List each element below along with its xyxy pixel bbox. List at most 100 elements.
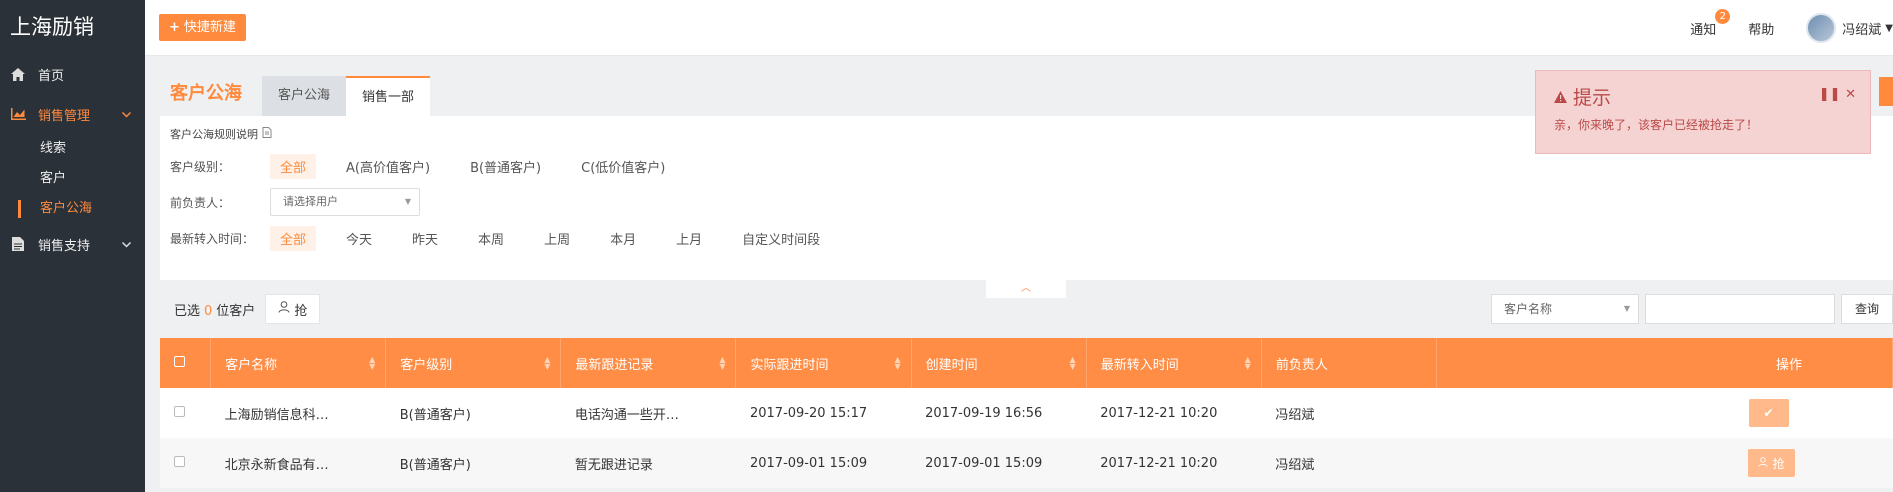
topbar-right: 通知 2 帮助 冯绍斌 ▼ — [1690, 0, 1893, 56]
time-option-all[interactable]: 全部 — [270, 225, 317, 251]
select-all-checkbox[interactable] — [174, 355, 185, 367]
cell-operation: ✔ — [1436, 388, 1892, 438]
filter-owner-label: 前负责人： — [170, 195, 231, 210]
time-option-yesterday[interactable]: 昨天 — [402, 226, 448, 251]
cell-customer-level: B(普通客户) — [399, 457, 471, 473]
tab-sales-dept-1[interactable]: 销售一部 — [346, 76, 431, 116]
sidebar-item-label: 销售支持 — [38, 238, 91, 254]
cell-customer-name[interactable]: 上海励销信息科… — [211, 388, 386, 438]
search-button[interactable]: 查询 — [1841, 294, 1893, 324]
header-label: 最新跟进记录 — [575, 357, 654, 373]
cell-created-time: 2017-09-19 16:56 — [925, 405, 1043, 421]
sidebar-subitem-customer-pool[interactable]: 客户公海 — [0, 194, 145, 224]
header-transfer-time[interactable]: 最新转入时间 ▲ ▼ — [1086, 338, 1262, 388]
header-follow-time[interactable]: 实际跟进时间 ▲ ▼ — [735, 338, 912, 388]
topbar: + 快捷新建 通知 2 帮助 冯绍斌 ▼ — [145, 0, 1893, 56]
header-label: 前负责人 — [1275, 357, 1328, 373]
header-label: 操作 — [1775, 357, 1802, 373]
alert-title: 提示 — [1554, 83, 1852, 110]
cell-latest-record: 暂无跟进记录 — [574, 457, 653, 473]
table-row[interactable]: 上海励销信息科… B(普通客户) 电话沟通一些开… 2017-09-20 15:… — [160, 388, 1893, 438]
grab-button[interactable]: 抢 — [265, 294, 321, 324]
search-field-value: 客户名称 — [1504, 302, 1553, 316]
sidebar-item-label: 销售管理 — [38, 108, 91, 124]
header-label: 实际跟进时间 — [750, 357, 829, 373]
avatar — [1806, 13, 1837, 43]
chart-icon — [10, 108, 26, 120]
header-created-time[interactable]: 创建时间 ▲ ▼ — [911, 338, 1087, 388]
sidebar-subitem-leads[interactable]: 线索 — [0, 134, 145, 164]
warning-icon — [1554, 86, 1567, 108]
pause-icon[interactable]: ❚❚ — [1819, 87, 1841, 102]
sidebar-item-label: 首页 — [38, 68, 65, 84]
alert-title-text: 提示 — [1573, 87, 1612, 109]
user-icon — [1758, 456, 1769, 470]
header-select-all[interactable] — [160, 338, 212, 388]
caret-down-icon: ▼ — [1623, 304, 1630, 313]
search-input[interactable] — [1645, 294, 1835, 324]
cell-customer-level: B(普通客户) — [399, 407, 471, 423]
caret-down-icon: ▼ — [1885, 22, 1893, 34]
sort-icon: ▲ ▼ — [544, 355, 551, 371]
row-select-cell[interactable] — [160, 388, 211, 438]
sidebar: 上海励销 首页 销售管理 线索 客户 客户公海 销售支持 — [0, 0, 145, 492]
level-option-b[interactable]: B(普通客户) — [460, 154, 551, 179]
header-customer-name[interactable]: 客户名称 ▲ ▼ — [210, 338, 387, 388]
alert-controls: ❚❚ ✕ — [1819, 87, 1856, 102]
table-row[interactable]: 北京永新食品有… B(普通客户) 暂无跟进记录 2017-09-01 15:09… — [160, 438, 1893, 488]
filter-owner-row: 前负责人： 请选择用户 ▼ — [170, 184, 1883, 220]
header-latest-record[interactable]: 最新跟进记录 ▲ ▼ — [560, 338, 737, 388]
notification-link[interactable]: 通知 2 — [1690, 8, 1731, 38]
header-label: 客户名称 — [225, 357, 278, 373]
cell-created-time: 2017-09-01 15:09 — [925, 455, 1043, 471]
table-header-row: 客户名称 ▲ ▼ 客户级别 ▲ ▼ 最新跟进记录 ▲ ▼ 实际跟进时间 ▲ ▼ 创建时间 ▲ ▼ 最… — [160, 338, 1893, 388]
time-option-last-week[interactable]: 上周 — [534, 226, 580, 251]
row-select-cell[interactable] — [160, 438, 211, 488]
time-option-custom[interactable]: 自定义时间段 — [732, 226, 830, 251]
cell-transfer-time: 2017-12-21 10:20 — [1100, 405, 1218, 421]
filter-level-label: 客户级别： — [170, 159, 231, 174]
search-field-select[interactable]: 客户名称 ▼ — [1491, 294, 1639, 324]
time-option-last-month[interactable]: 上月 — [666, 226, 712, 251]
user-menu[interactable]: 冯绍斌 ▼ — [1806, 13, 1893, 43]
row-checkbox[interactable] — [174, 405, 185, 417]
cell-latest-record: 电话沟通一些开… — [574, 407, 679, 423]
quick-create-button[interactable]: + 快捷新建 — [159, 14, 246, 41]
grab-button-label: 抢 — [294, 303, 308, 319]
header-operation: 操作 — [1436, 338, 1893, 388]
time-option-this-month[interactable]: 本月 — [600, 226, 646, 251]
row-checkbox[interactable] — [174, 455, 185, 467]
caret-down-icon: ▼ — [404, 197, 411, 206]
header-action-edge[interactable] — [1879, 77, 1893, 106]
time-option-today[interactable]: 今天 — [336, 226, 382, 251]
owner-select[interactable]: 请选择用户 ▼ — [270, 188, 420, 216]
help-link[interactable]: 帮助 — [1748, 19, 1774, 38]
header-customer-level[interactable]: 客户级别 ▲ ▼ — [385, 338, 562, 388]
filter-time-row: 最新转入时间： 全部 今天 昨天 本周 上周 本月 上月 自定义时间段 — [170, 220, 1883, 256]
filter-time-label: 最新转入时间： — [170, 231, 255, 246]
sidebar-item-home[interactable]: 首页 — [0, 54, 145, 94]
level-option-all[interactable]: 全部 — [270, 153, 317, 179]
grabbed-check-button[interactable]: ✔ — [1748, 399, 1789, 427]
chevron-down-icon — [121, 237, 132, 252]
table-toolbar: 已选 0 位客户 抢 客户名称 ▼ 查询 — [160, 280, 1893, 338]
header-label: 创建时间 — [925, 357, 978, 373]
customer-table: 客户名称 ▲ ▼ 客户级别 ▲ ▼ 最新跟进记录 ▲ ▼ 实际跟进时间 ▲ ▼ 创建时间 ▲ ▼ 最… — [160, 338, 1893, 488]
grab-row-button[interactable]: 抢 — [1748, 449, 1795, 477]
alert-message: 亲，你来晚了，该客户已经被抢走了！ — [1554, 118, 1759, 132]
level-option-c[interactable]: C(低价值客户) — [571, 154, 675, 179]
time-option-this-week[interactable]: 本周 — [468, 226, 514, 251]
sidebar-subitem-customers[interactable]: 客户 — [0, 164, 145, 194]
selected-count-text: 已选 0 位客户 — [174, 300, 255, 319]
level-option-a[interactable]: A(高价值客户) — [336, 154, 440, 179]
sort-icon: ▲ ▼ — [1244, 355, 1251, 371]
cell-customer-name[interactable]: 北京永新食品有… — [211, 438, 386, 488]
tab-customer-pool[interactable]: 客户公海 — [262, 76, 347, 116]
close-icon[interactable]: ✕ — [1845, 87, 1856, 102]
sidebar-item-sales-support[interactable]: 销售支持 — [0, 224, 145, 264]
page-title: 客户公海 — [170, 83, 242, 104]
document-icon — [262, 127, 272, 141]
user-name: 冯绍斌 — [1842, 22, 1882, 38]
sort-icon: ▲ ▼ — [369, 355, 376, 371]
sidebar-item-sales-management[interactable]: 销售管理 — [0, 94, 145, 134]
